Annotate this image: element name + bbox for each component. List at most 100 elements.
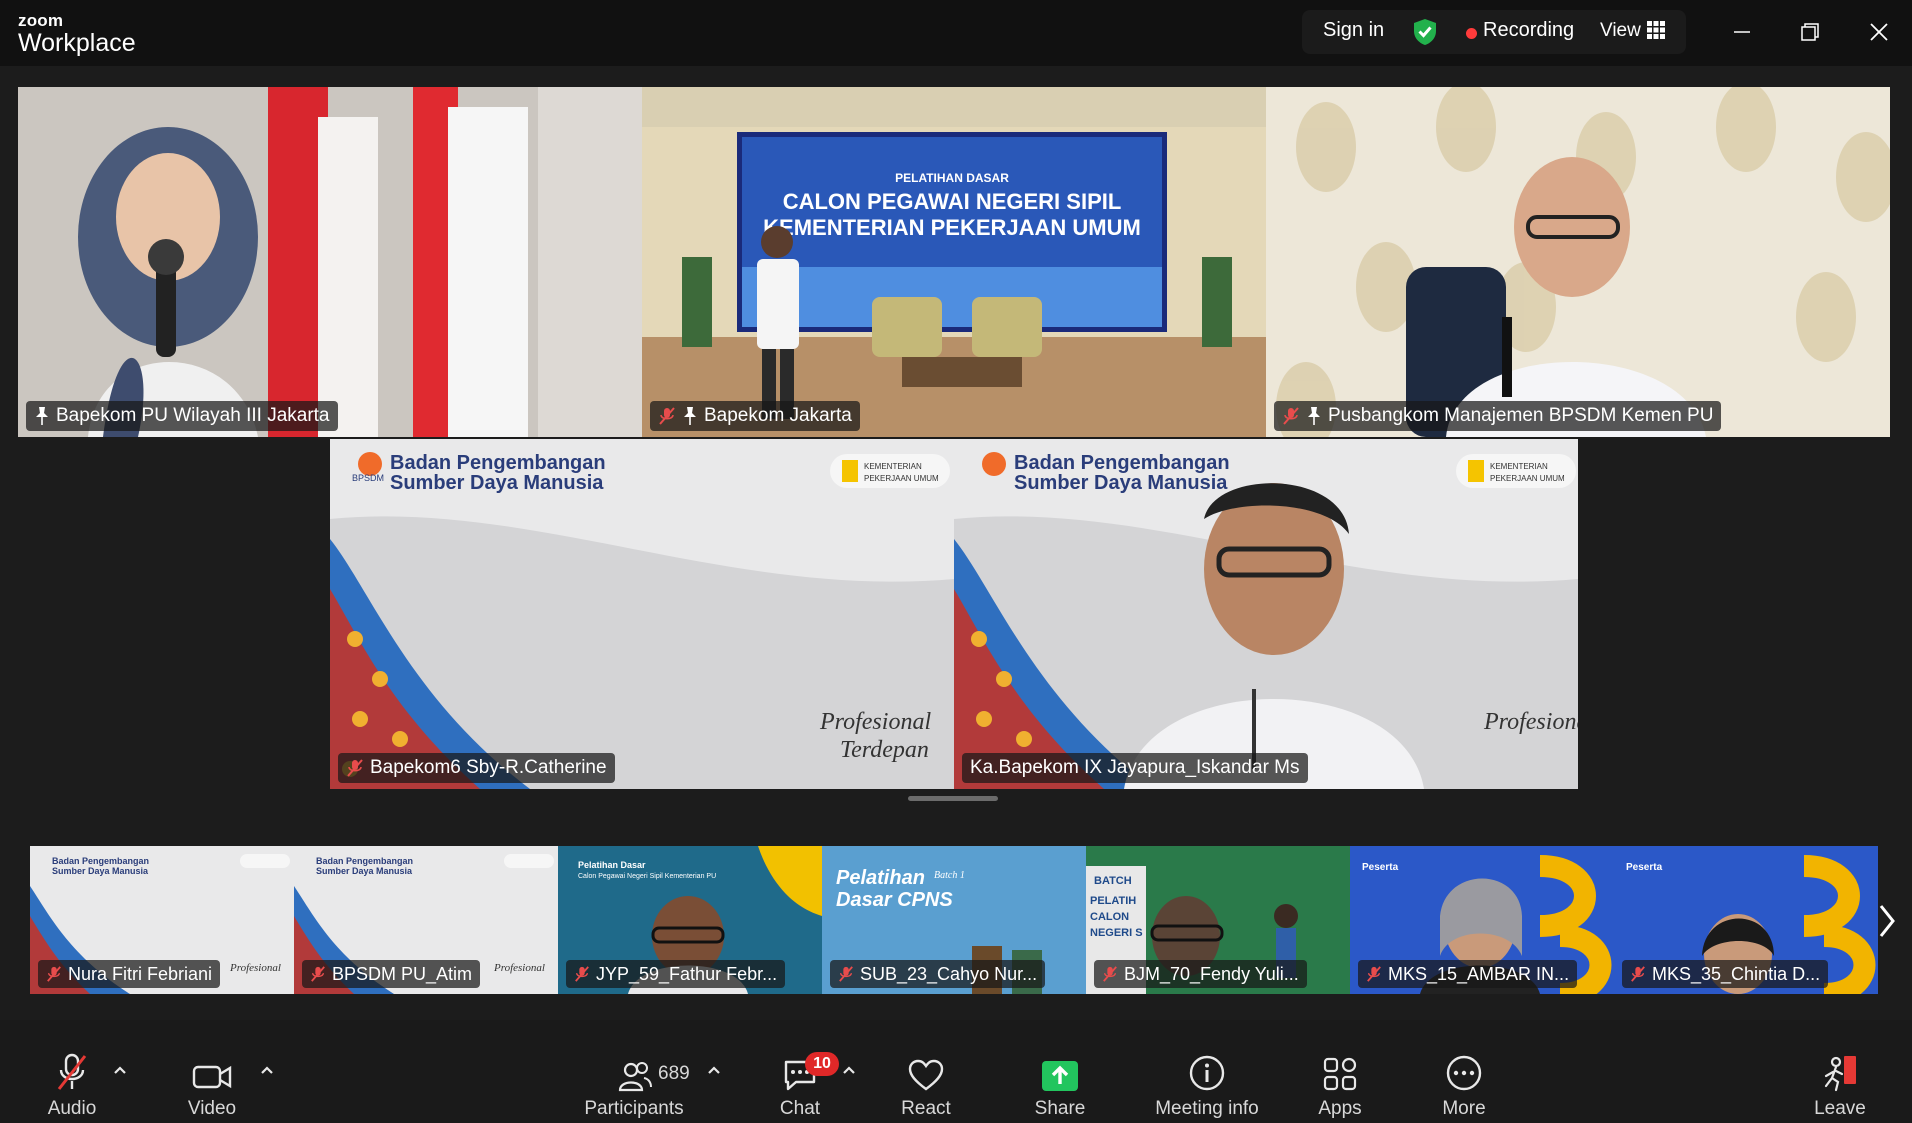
recording-dot-icon [1466, 28, 1477, 39]
apps-label: Apps [1318, 1098, 1362, 1119]
share-screen-icon [1042, 1061, 1078, 1091]
meeting-info-label: Meeting info [1155, 1098, 1259, 1119]
participant-name: Pusbangkom Manajemen BPSDM Kemen PU [1328, 405, 1714, 426]
sign-in-button[interactable]: Sign in [1323, 19, 1384, 42]
bpsdm-line-1: Badan Pengembangan [390, 452, 606, 474]
bpsdm-short: BPSDM [352, 473, 384, 483]
video-tile[interactable]: Pusbangkom Manajemen BPSDM Kemen PU [1266, 87, 1890, 437]
encryption-shield-icon[interactable] [1412, 18, 1438, 46]
share-label: Share [1034, 1098, 1086, 1119]
thumbnail-tile[interactable]: BATCH PELATIH CALON NEGERI S BJM_70_Fend… [1086, 846, 1350, 994]
muted-mic-icon [1631, 966, 1645, 982]
participant-name-tag: SUB_23_Cahyo Nur... [830, 960, 1046, 988]
chat-options-chevron-up-icon[interactable] [841, 1064, 857, 1076]
pin-icon [36, 407, 48, 425]
apps-button[interactable]: Apps [1302, 1048, 1378, 1120]
participants-label: Participants [584, 1098, 684, 1119]
recording-indicator[interactable]: Recording [1483, 19, 1574, 42]
close-icon[interactable] [1861, 16, 1897, 48]
participant-name-tag: Bapekom Jakarta [650, 401, 860, 431]
motto-line-1: Profesional [493, 962, 545, 974]
video-button[interactable]: Video [174, 1048, 250, 1120]
video-tile[interactable]: Bapekom PU Wilayah III Jakarta [18, 87, 642, 437]
motto-line-1: Profesional [1483, 709, 1578, 735]
kemen-line-2: PEKERJAAN UMUM [864, 474, 939, 483]
audio-options-chevron-up-icon[interactable] [112, 1064, 128, 1076]
brand-bottom: Workplace [18, 29, 136, 57]
more-icon [1446, 1055, 1482, 1091]
thumbnail-tile[interactable]: Badan Pengembangan Sumber Daya Manusia P… [30, 846, 294, 994]
thumb-line-1: Peserta [1626, 862, 1663, 873]
video-feed: Badan Pengembangan Sumber Daya Manusia B… [330, 439, 954, 789]
chevron-right-icon[interactable] [1876, 900, 1898, 942]
muted-mic-icon [57, 1053, 87, 1090]
participant-name: BPSDM PU_Atim [332, 963, 473, 984]
muted-mic-icon [47, 966, 61, 982]
motto-line-1: Profesional [229, 962, 281, 974]
participant-name-tag: MKS_35_Chintia D... [1622, 960, 1829, 988]
participant-name-tag: MKS_15_AMBAR IN... [1358, 960, 1578, 988]
muted-mic-icon [1103, 966, 1117, 982]
thumbnail-tile[interactable]: Peserta MKS_35_Chintia D... [1614, 846, 1878, 994]
video-options-chevron-up-icon[interactable] [259, 1064, 275, 1076]
bpsdm-line-1: Badan Pengembangan [316, 856, 413, 866]
participant-name: Bapekom PU Wilayah III Jakarta [56, 405, 330, 426]
more-label: More [1442, 1098, 1486, 1119]
muted-mic-icon [311, 966, 325, 982]
video-tile[interactable]: Badan Pengembangan Sumber Daya Manusia B… [330, 439, 954, 789]
participant-name: Bapekom6 Sby-R.Catherine [370, 757, 607, 778]
react-button[interactable]: React [886, 1048, 966, 1120]
thumbnail-tile[interactable]: Pelatihan Dasar CPNS Batch 1 SUB_23_Cahy… [822, 846, 1086, 994]
muted-mic-icon [659, 407, 675, 425]
leave-label: Leave [1814, 1098, 1866, 1119]
thumb-line-1: BATCH [1094, 875, 1132, 887]
participant-name: BJM_70_Fendy Yuli... [1124, 963, 1299, 984]
more-button[interactable]: More [1426, 1048, 1502, 1120]
audio-button[interactable]: Audio [34, 1048, 110, 1120]
participant-name-tag: Pusbangkom Manajemen BPSDM Kemen PU [1274, 401, 1722, 431]
view-button[interactable]: View [1600, 20, 1641, 42]
participant-name: SUB_23_Cahyo Nur... [860, 963, 1038, 984]
video-camera-icon [192, 1065, 232, 1089]
thumb-line-3: CALON [1090, 911, 1129, 923]
video-tile[interactable]: PELATIHAN DASAR CALON PEGAWAI NEGERI SIP… [642, 87, 1266, 437]
participants-count: 689 [658, 1063, 690, 1084]
grid-view-icon[interactable] [1647, 21, 1665, 39]
pin-icon [684, 407, 696, 425]
leave-door-icon [1824, 1056, 1856, 1092]
slide-line-1: PELATIHAN DASAR [895, 171, 1009, 185]
react-label: React [901, 1098, 951, 1119]
muted-mic-icon [1283, 407, 1299, 425]
video-tile-active-speaker[interactable]: Badan Pengembangan Sumber Daya Manusia K… [954, 439, 1578, 789]
kemen-line-2: PEKERJAAN UMUM [1490, 474, 1565, 483]
participant-name: Bapekom Jakarta [704, 405, 852, 426]
motto-line-2: Terdepan [840, 737, 929, 763]
bpsdm-line-1: Badan Pengembangan [1014, 452, 1230, 474]
participants-options-chevron-up-icon[interactable] [706, 1064, 722, 1076]
kemen-line-1: KEMENTERIAN [864, 462, 922, 471]
bpsdm-line-2: Sumber Daya Manusia [316, 866, 413, 876]
thumb-batch: Batch 1 [934, 870, 965, 881]
thumbnail-tile[interactable]: Pelatihan Dasar Calon Pegawai Negeri Sip… [558, 846, 822, 994]
thumb-line-1: Pelatihan [836, 867, 925, 889]
leave-button[interactable]: Leave [1802, 1048, 1878, 1120]
slide-line-3: KEMENTERIAN PEKERJAAN UMUM [763, 215, 1141, 240]
apps-icon [1323, 1057, 1357, 1091]
thumbnail-tile[interactable]: Peserta MKS_15_AMBAR IN... [1350, 846, 1614, 994]
meeting-info-button[interactable]: Meeting info [1150, 1048, 1264, 1120]
kemen-line-1: KEMENTERIAN [1490, 462, 1548, 471]
bpsdm-line-2: Sumber Daya Manusia [390, 472, 604, 494]
thumbnail-tile[interactable]: Badan Pengembangan Sumber Daya Manusia P… [294, 846, 558, 994]
gallery-scroll-indicator[interactable] [908, 796, 998, 801]
participant-name-tag: JYP_59_Fathur Febr... [566, 960, 786, 988]
participant-name-tag: Nura Fitri Febriani [38, 960, 221, 988]
video-feed [18, 87, 642, 437]
chat-label: Chat [779, 1098, 821, 1119]
minimize-icon[interactable] [1724, 16, 1760, 48]
share-button[interactable]: Share [1020, 1048, 1100, 1120]
video-feed: Badan Pengembangan Sumber Daya Manusia K… [954, 439, 1578, 789]
video-feed [1266, 87, 1890, 437]
bpsdm-line-2: Sumber Daya Manusia [1014, 472, 1228, 494]
restore-icon[interactable] [1792, 16, 1828, 48]
participant-name-tag: BPSDM PU_Atim [302, 960, 481, 988]
